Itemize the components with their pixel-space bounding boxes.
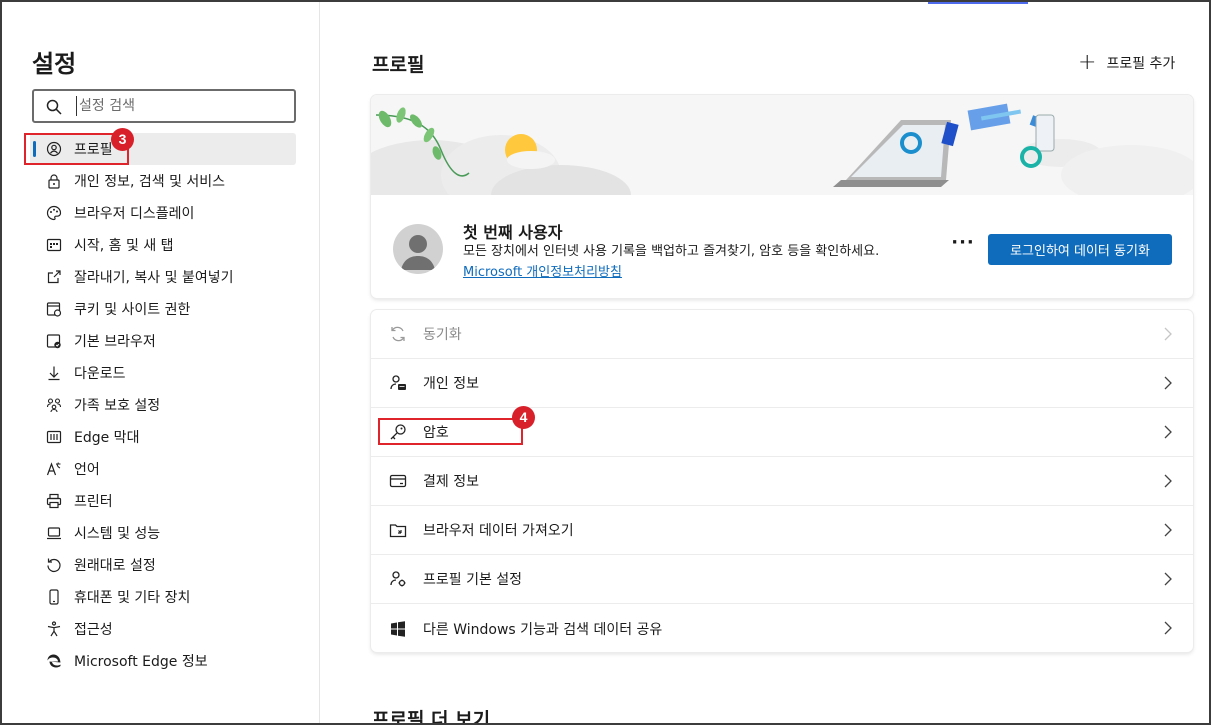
- sidebar-item-accessibility[interactable]: 접근성: [30, 613, 296, 645]
- phone-icon: [46, 589, 62, 605]
- palette-icon: [46, 205, 62, 221]
- sidebar-item-languages[interactable]: 언어: [30, 453, 296, 485]
- row-label: 브라우저 데이터 가져오기: [423, 523, 574, 539]
- top-tab-indicator: [928, 2, 1028, 4]
- annotation-badge-3: 3: [111, 128, 134, 151]
- sidebar-item-label: 쿠키 및 사이트 권한: [74, 302, 191, 318]
- sidebar-item-family[interactable]: 가족 보호 설정: [30, 389, 296, 421]
- sidebar-item-label: 원래대로 설정: [74, 558, 156, 574]
- row-import-data[interactable]: 브라우저 데이터 가져오기: [371, 506, 1193, 555]
- search-input[interactable]: [76, 96, 286, 116]
- sidebar-item-phone[interactable]: 휴대폰 및 기타 장치: [30, 581, 296, 613]
- chevron-right-icon: [1163, 473, 1173, 489]
- annotation-badge-4: 4: [512, 406, 535, 429]
- sidebar-item-downloads[interactable]: 다운로드: [30, 357, 296, 389]
- profile-card: 첫 번째 사용자 모든 장치에서 인터넷 사용 기록을 백업하고 즐겨찾기, 암…: [371, 95, 1193, 298]
- home-grid-icon: [46, 237, 62, 253]
- sidebar-item-label: 시스템 및 성능: [74, 526, 161, 542]
- search-box[interactable]: [32, 89, 296, 123]
- family-icon: [46, 397, 62, 413]
- cookie-icon: [46, 301, 62, 317]
- sidebar-item-label: 잘라내기, 복사 및 붙여넣기: [74, 270, 234, 286]
- row-label: 동기화: [423, 327, 462, 343]
- sidebar-item-label: 접근성: [74, 622, 113, 638]
- avatar: [393, 224, 443, 274]
- sidebar-item-about[interactable]: Microsoft Edge 정보: [30, 645, 296, 677]
- more-profiles-title: 프로필 더 보기: [372, 709, 491, 725]
- profile-description-text: 모든 장치에서 인터넷 사용 기록을 백업하고 즐겨찾기, 암호 등을 확인하세…: [463, 244, 880, 259]
- add-profile-button[interactable]: + 프로필 추가: [1078, 50, 1176, 75]
- card-icon: [389, 472, 407, 490]
- personal-info-icon: [389, 374, 407, 392]
- row-label: 개인 정보: [423, 376, 479, 392]
- profile-description: 모든 장치에서 인터넷 사용 기록을 백업하고 즐겨찾기, 암호 등을 확인하세…: [463, 241, 933, 283]
- edge-logo-icon: [46, 653, 62, 669]
- sidebar-item-label: 가족 보호 설정: [74, 398, 161, 414]
- page-title: 프로필: [372, 54, 425, 76]
- sidebar-item-label: Microsoft Edge 정보: [74, 654, 208, 670]
- sidebar-item-label: 시작, 홈 및 새 탭: [74, 238, 174, 254]
- chevron-right-icon: [1163, 522, 1173, 538]
- accessibility-icon: [46, 621, 62, 637]
- sidebar-item-label: 휴대폰 및 기타 장치: [74, 590, 191, 606]
- privacy-policy-link[interactable]: Microsoft 개인정보처리방침: [463, 265, 622, 280]
- row-payment-info[interactable]: 결제 정보: [371, 457, 1193, 506]
- chevron-right-icon: [1163, 571, 1173, 587]
- download-icon: [46, 365, 62, 381]
- sidebar-item-appearance[interactable]: 브라우저 디스플레이: [30, 197, 296, 229]
- browser-check-icon: [46, 333, 62, 349]
- chevron-right-icon: [1163, 620, 1173, 636]
- add-profile-label: 프로필 추가: [1106, 56, 1176, 72]
- sidebar-item-system[interactable]: 시스템 및 성능: [30, 517, 296, 549]
- sidebar-item-printers[interactable]: 프린터: [30, 485, 296, 517]
- row-label: 프로필 기본 설정: [423, 572, 523, 588]
- search-icon: [46, 99, 62, 115]
- sidebar-item-label: 프린터: [74, 494, 113, 510]
- printer-icon: [46, 493, 62, 509]
- chevron-right-icon: [1163, 326, 1173, 342]
- sidebar-item-label: 브라우저 디스플레이: [74, 206, 195, 222]
- user-name: 첫 번째 사용자: [463, 223, 563, 242]
- chevron-right-icon: [1163, 424, 1173, 440]
- sidebar-item-label: 기본 브라우저: [74, 334, 156, 350]
- sync-icon: [389, 325, 407, 343]
- lock-icon: [46, 173, 62, 189]
- sidebar-item-edge-bar[interactable]: Edge 막대: [30, 421, 296, 453]
- chevron-right-icon: [1163, 375, 1173, 391]
- sidebar-item-start-home[interactable]: 시작, 홈 및 새 탭: [30, 229, 296, 261]
- profile-settings-icon: [389, 570, 407, 588]
- profile-settings-list: 동기화 개인 정보 암호 결제 정보 브라우저 데이터 가져오기 프로필 기본 …: [371, 310, 1193, 652]
- share-icon: [46, 269, 62, 285]
- sidebar-item-label: 언어: [74, 462, 100, 478]
- profile-banner-illustration: [371, 95, 1193, 240]
- sidebar-item-label: Edge 막대: [74, 430, 140, 446]
- sidebar-nav: 프로필 개인 정보, 검색 및 서비스 브라우저 디스플레이 시작, 홈 및 새…: [30, 133, 296, 677]
- edge-bar-icon: [46, 429, 62, 445]
- sidebar-item-default-browser[interactable]: 기본 브라우저: [30, 325, 296, 357]
- sidebar-item-reset[interactable]: 원래대로 설정: [30, 549, 296, 581]
- language-icon: [46, 461, 62, 477]
- sidebar-title: 설정: [32, 50, 77, 78]
- reset-icon: [46, 557, 62, 573]
- row-personal-info[interactable]: 개인 정보: [371, 359, 1193, 408]
- import-icon: [389, 521, 407, 539]
- laptop-icon: [46, 525, 62, 541]
- sidebar-item-label: 다운로드: [74, 366, 126, 382]
- sidebar-item-cookies[interactable]: 쿠키 및 사이트 권한: [30, 293, 296, 325]
- row-windows-sharing[interactable]: 다른 Windows 기능과 검색 데이터 공유: [371, 604, 1193, 653]
- more-options-button[interactable]: ···: [951, 234, 975, 259]
- sign-in-sync-button[interactable]: 로그인하여 데이터 동기화: [988, 234, 1172, 265]
- row-sync[interactable]: 동기화: [371, 310, 1193, 359]
- sidebar-item-privacy[interactable]: 개인 정보, 검색 및 서비스: [30, 165, 296, 197]
- row-label: 다른 Windows 기능과 검색 데이터 공유: [423, 621, 663, 638]
- plus-icon: +: [1078, 50, 1097, 75]
- sidebar-item-share-copy[interactable]: 잘라내기, 복사 및 붙여넣기: [30, 261, 296, 293]
- row-profile-preferences[interactable]: 프로필 기본 설정: [371, 555, 1193, 604]
- annotation-box-password: [378, 418, 523, 445]
- windows-icon: [389, 620, 407, 638]
- sidebar-item-label: 개인 정보, 검색 및 서비스: [74, 174, 226, 190]
- row-label: 결제 정보: [423, 474, 479, 490]
